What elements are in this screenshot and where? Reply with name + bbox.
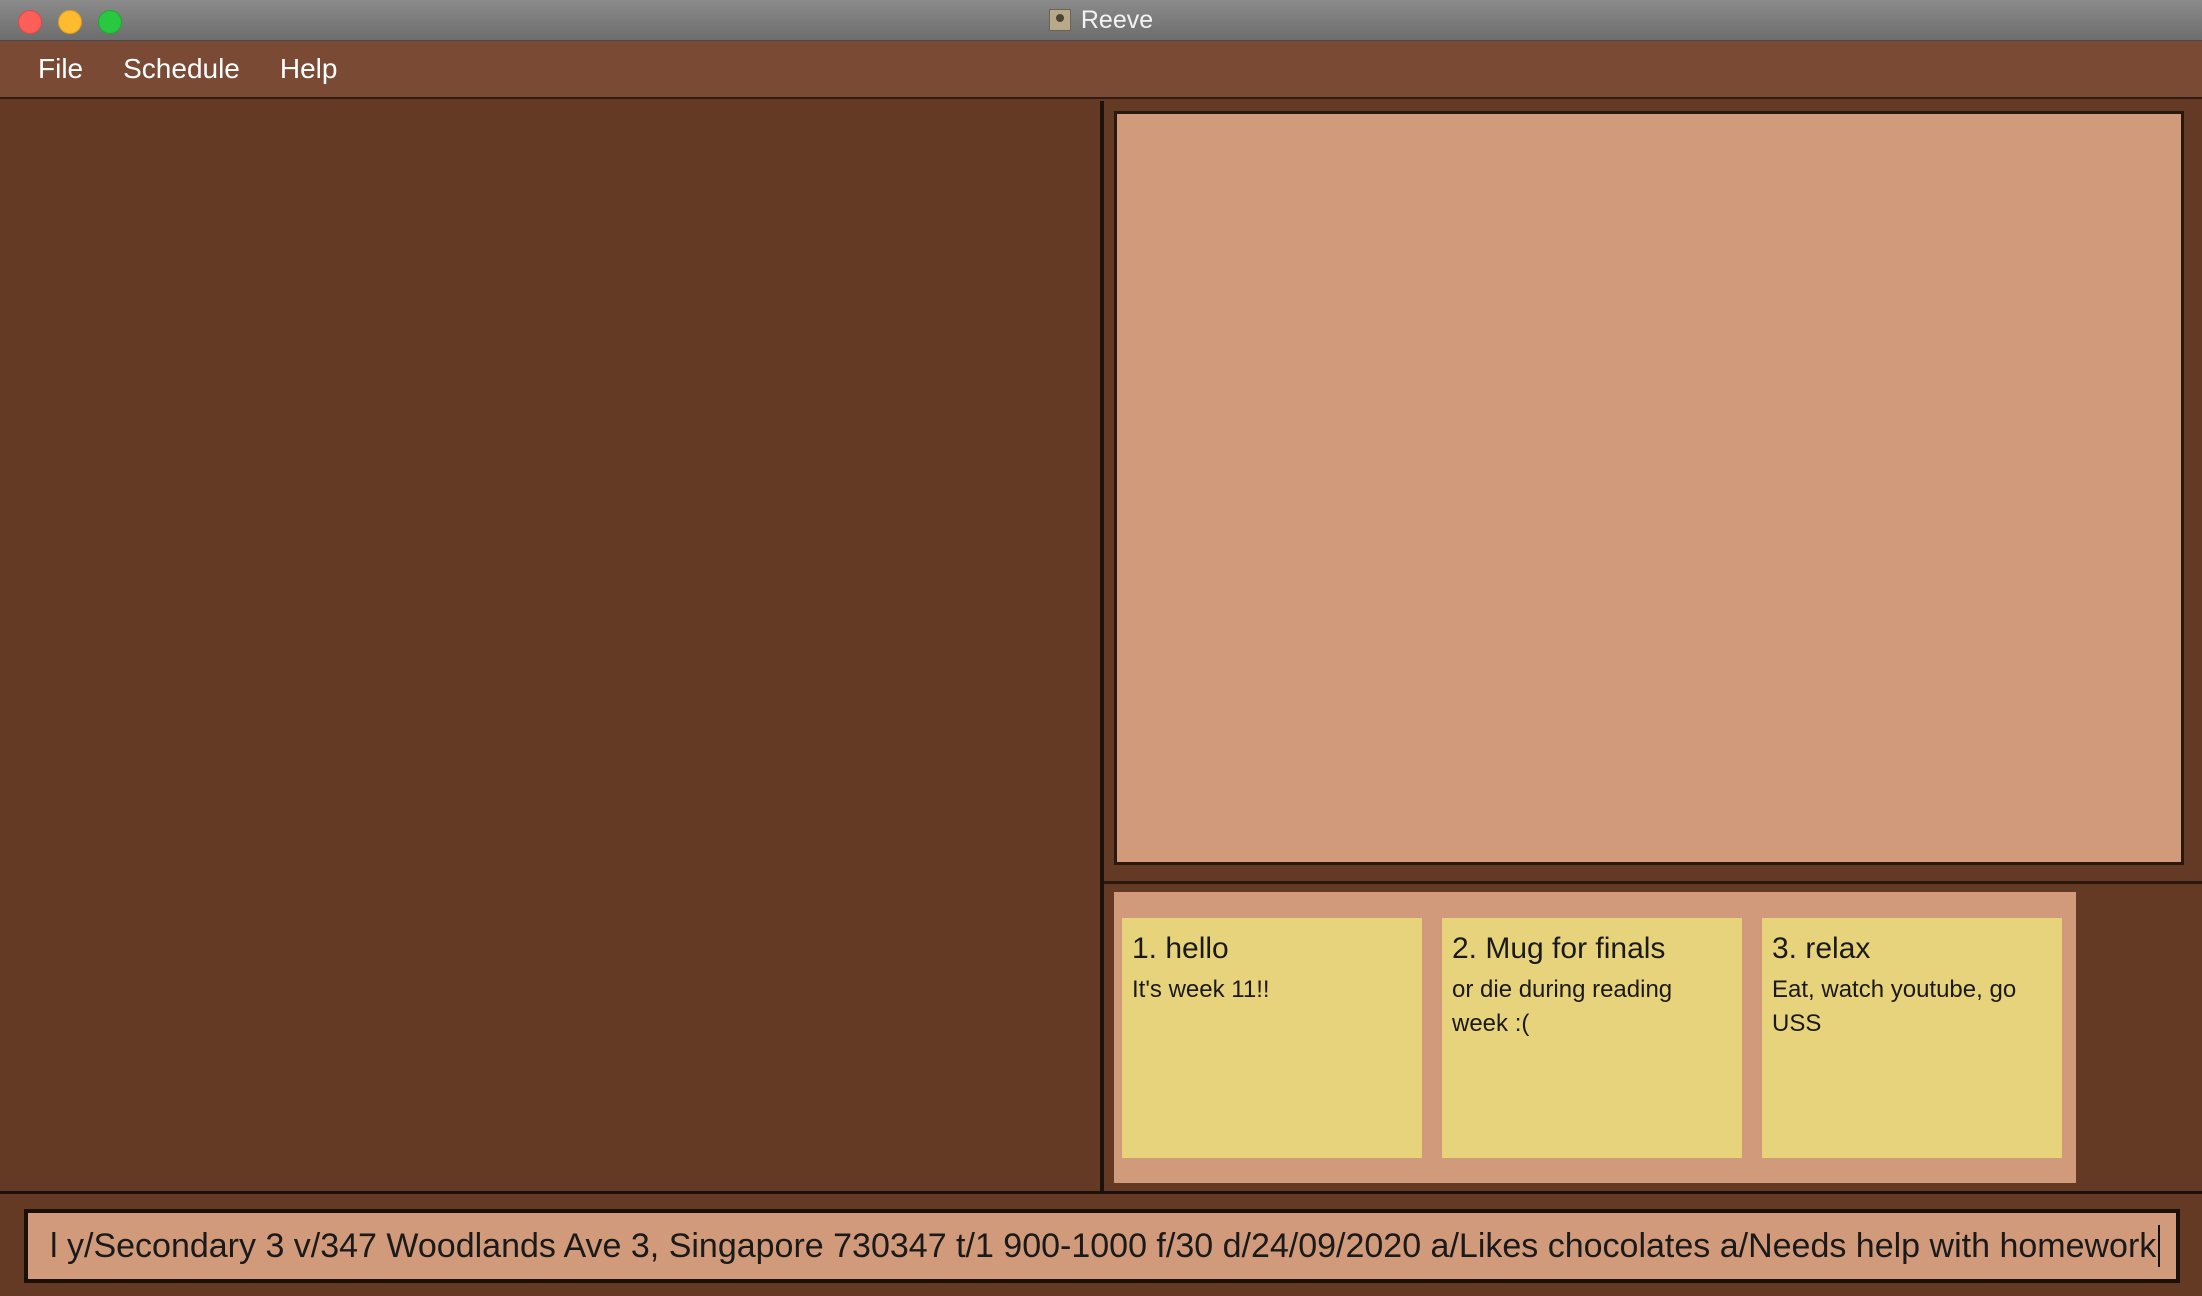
command-input-text: l y/Secondary 3 v/347 Woodlands Ave 3, S… xyxy=(50,1226,2157,1265)
note-body: or die during reading week :( xyxy=(1452,976,1673,1037)
note-title: 3. relax xyxy=(1772,932,1871,965)
command-input[interactable]: l y/Secondary 3 v/347 Woodlands Ave 3, S… xyxy=(24,1209,2180,1283)
note-card[interactable]: 3. relax Eat, watch youtube, go USS xyxy=(1762,918,2062,1158)
window-title: Reeve xyxy=(1080,5,1154,34)
note-title: 2. Mug for finals xyxy=(1452,932,1666,965)
note-card[interactable]: 1. hello It's week 11!! xyxy=(1122,918,1422,1158)
menu-bar: File Schedule Help xyxy=(0,41,2202,99)
detail-display-panel xyxy=(1114,111,2184,865)
note-body: Eat, watch youtube, go USS xyxy=(1772,976,2017,1037)
menu-schedule[interactable]: Schedule xyxy=(109,53,254,85)
notes-list: 1. hello It's week 11!! 2. Mug for final… xyxy=(1114,892,2076,1183)
detail-panel-container xyxy=(1104,101,2202,884)
command-area: l y/Secondary 3 v/347 Woodlands Ave 3, S… xyxy=(0,1191,2202,1296)
student-list-panel xyxy=(3,101,1104,1191)
note-title: 1. hello xyxy=(1132,932,1229,965)
menu-file[interactable]: File xyxy=(24,53,97,85)
app-icon xyxy=(1048,9,1071,31)
note-body: It's week 11!! xyxy=(1132,976,1270,1003)
text-caret xyxy=(2158,1225,2161,1267)
note-card[interactable]: 2. Mug for finals or die during reading … xyxy=(1442,918,1742,1158)
notes-panel-container: 1. hello It's week 11!! 2. Mug for final… xyxy=(1104,884,2202,1191)
menu-help[interactable]: Help xyxy=(266,53,352,85)
app-window: Reeve File Schedule Help 1. hello It's w… xyxy=(0,0,2202,1296)
title-bar: Reeve xyxy=(0,0,2202,41)
window-title-group: Reeve xyxy=(0,0,2202,40)
